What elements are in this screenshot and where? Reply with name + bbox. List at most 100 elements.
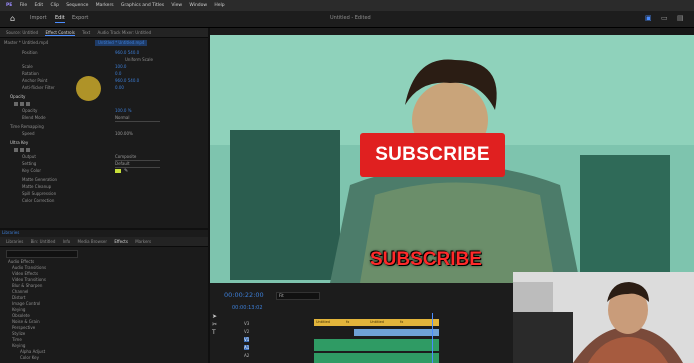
track-label: V1 [244,337,250,342]
effect-row: Key Color [22,168,41,173]
webcam-image [513,272,694,363]
track-label: A1 [244,345,250,350]
effect-value[interactable]: 0.0 [115,71,121,77]
webcam-overlay [513,272,694,363]
effect-row: Speed [22,131,35,136]
tab-audio-mixer[interactable]: Audio Track Mixer: Untitled [97,30,151,35]
razor-tool-icon[interactable]: ✂ [212,321,217,328]
browser-tabs: Libraries Bin: Untitled Info Media Brows… [0,237,208,247]
program-monitor-icon[interactable]: ▣ [645,14,652,22]
audio-clip-strip-2[interactable] [314,353,439,363]
blend-mode-select[interactable]: Normal [115,115,160,122]
playhead[interactable] [432,313,433,363]
settings-icon[interactable]: ▤ [677,14,684,22]
subscribe-button[interactable]: SUBSCRIBE [360,133,505,177]
tab-source[interactable]: Source: Untitled [6,30,38,35]
tab-effect-controls[interactable]: Effect Controls [45,30,75,36]
clip-label: fx [346,320,350,324]
menu-item-view[interactable]: View [171,0,182,11]
clip-label: fx [400,320,404,324]
ellipse-mask-icon[interactable] [14,102,18,106]
effects-search-input[interactable] [6,250,78,258]
effect-row[interactable]: Matte Generation [22,177,57,183]
app-icon: PE [6,3,13,8]
cursor-highlight [76,76,101,101]
sequence-clip-label: Untitled * Untitled.mp4 [95,40,148,46]
tab-effects[interactable]: Effects [114,239,128,244]
tab-markers[interactable]: Markers [135,239,151,244]
effect-row: Uniform Scale [125,57,153,62]
text-tool-icon[interactable]: T [212,329,216,336]
pen-mask-icon[interactable] [26,102,30,106]
effect-section-opacity[interactable]: Opacity [10,94,25,100]
effect-row[interactable]: Spill Suppression [22,191,56,197]
clip-label: Untitled [370,320,384,324]
playhead-timecode[interactable]: 00:00:22:00 [224,291,264,299]
clip-label: Untitled [316,320,330,324]
effect-row[interactable]: Color Correction [22,198,54,204]
tab-bin[interactable]: Bin: Untitled [31,239,56,244]
ellipse-mask-icon[interactable] [14,148,18,152]
effect-value[interactable]: 960.0 540.0 [115,50,139,56]
track-label: A2 [244,353,250,358]
audio-clip-strip[interactable] [314,339,439,351]
eyedropper-icon[interactable]: ✎ [124,168,128,174]
tab-edit[interactable]: Edit [55,15,65,23]
effect-value[interactable]: 100.0 % [115,108,132,114]
fit-select[interactable]: Fit [276,292,320,300]
tab-libraries[interactable]: Libraries [6,239,23,244]
menu-item-window[interactable]: Window [189,0,207,11]
track-label: V2 [244,329,250,334]
effect-section-ultra-key[interactable]: Ultra Key [10,140,28,146]
key-color-swatch[interactable] [115,169,121,173]
master-clip-label: Master * Untitled.mp4 [4,40,49,45]
mask-tools [14,101,32,107]
effect-value[interactable]: 100.00% [115,131,133,137]
tab-text[interactable]: Text [82,30,90,35]
tab-info[interactable]: Info [63,239,71,244]
setting-select[interactable]: Default [115,161,160,168]
menu-item-file[interactable]: File [20,0,28,11]
effect-controls-panel: Source: Untitled Effect Controls Text Au… [0,28,208,228]
program-monitor-video[interactable]: SUBSCRIBE SUBSCRIBE [210,35,694,283]
effect-value[interactable]: 100.0 [115,64,126,70]
tab-media-browser[interactable]: Media Browser [78,239,108,244]
effect-row: Anti-flicker Filter [22,85,55,90]
list-item[interactable]: Color Key [20,355,39,361]
effect-value[interactable]: 960.0 540.0 [115,78,139,84]
home-icon[interactable]: ⌂ [10,14,15,23]
selection-tool-icon[interactable]: ➤ [212,313,217,320]
effect-controls-tabs: Source: Untitled Effect Controls Text Au… [0,28,208,38]
menu-item-graphics[interactable]: Graphics and Titles [121,0,164,11]
video-clip-strip-2[interactable] [354,329,439,336]
effect-row: Setting [22,161,37,166]
effect-row: Anchor Point [22,78,48,83]
rectangle-mask-icon[interactable] [20,102,24,106]
menu-item-clip[interactable]: Clip [50,0,59,11]
menu-item-markers[interactable]: Markers [96,0,114,11]
tab-import[interactable]: Import [30,15,47,21]
effect-row: Rotation [22,71,39,76]
effect-row: Opacity [22,108,38,113]
track-label: V3 [244,321,250,326]
program-monitor-header [210,28,694,35]
timeline-panel: 00:00:22:00 Fit 00:00:13:02 ➤ ✂ T V3 V2 … [210,283,514,363]
tab-export[interactable]: Export [72,15,88,21]
menu-item-edit[interactable]: Edit [34,0,43,11]
effect-value[interactable]: 0.00 [115,85,124,91]
effect-row: Output [22,154,36,159]
effect-row: Blend Mode [22,115,46,120]
output-select[interactable]: Composite [115,154,160,161]
rectangle-mask-icon[interactable] [20,148,24,152]
effect-section-time-remap[interactable]: Time Remapping [10,124,44,130]
mask-tools [14,147,32,153]
sequence-timecode[interactable]: 00:00:13:02 [232,305,263,311]
menu-item-sequence[interactable]: Sequence [66,0,88,11]
effect-row[interactable]: Matte Cleanup [22,184,51,190]
layout-icon[interactable]: ▭ [661,14,668,22]
menu-bar: PE File Edit Clip Sequence Markers Graph… [0,0,694,11]
workspace-bar: ⌂ Import Edit Export Untitled - Edited ▣… [0,11,694,28]
pen-mask-icon[interactable] [26,148,30,152]
menu-item-help[interactable]: Help [214,0,224,11]
effects-browser-panel: Libraries Libraries Bin: Untitled Info M… [0,230,208,363]
